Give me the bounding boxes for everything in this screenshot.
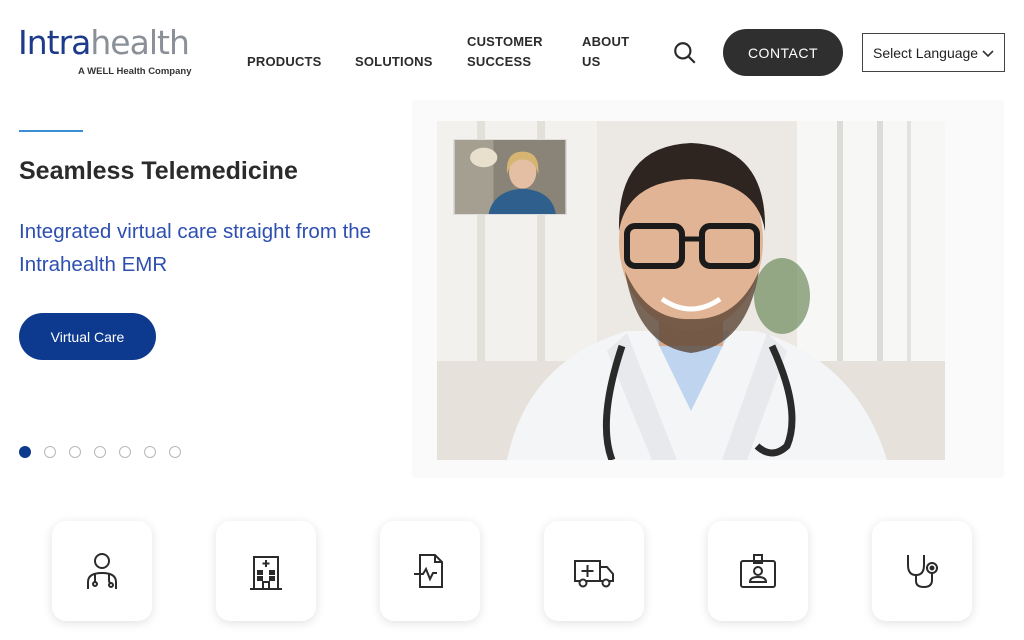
nav-about-us[interactable]: ABOUT US (582, 32, 642, 72)
logo[interactable]: Intrahealth A WELL Health Company (18, 23, 191, 77)
carousel-dot[interactable] (119, 446, 131, 458)
accent-line (19, 130, 83, 132)
language-select-label: Select Language (873, 44, 979, 61)
health-record-card[interactable] (380, 521, 480, 621)
logo-health: health (90, 23, 189, 62)
hero-subtitle: Integrated virtual care straight from th… (19, 220, 372, 276)
carousel-dot[interactable] (69, 446, 81, 458)
nav-products[interactable]: PRODUCTS (247, 52, 322, 72)
hero-title: Seamless Telemedicine (19, 157, 298, 185)
patient-video-thumbnail (453, 139, 567, 215)
carousel-dot[interactable] (44, 446, 56, 458)
stethoscope-card[interactable] (872, 521, 972, 621)
logo-intra: Intra (18, 23, 91, 62)
carousel-dot[interactable] (94, 446, 106, 458)
ambulance-icon (574, 560, 614, 588)
search-icon[interactable] (672, 40, 698, 66)
contact-button[interactable]: CONTACT (723, 29, 843, 76)
virtual-care-button[interactable]: Virtual Care (19, 313, 156, 360)
nav-solutions[interactable]: SOLUTIONS (355, 52, 433, 72)
carousel-dot[interactable] (144, 446, 156, 458)
hospital-card[interactable] (216, 521, 316, 621)
id-badge-icon (740, 554, 776, 588)
id-badge-card[interactable] (708, 521, 808, 621)
doctor-card[interactable] (52, 521, 152, 621)
chevron-down-icon (982, 50, 994, 58)
doctor-icon (87, 553, 117, 589)
logo-tagline: A WELL Health Company (78, 66, 192, 77)
carousel-dot[interactable] (169, 446, 181, 458)
hospital-icon (250, 556, 282, 590)
ambulance-card[interactable] (544, 521, 644, 621)
carousel-dots (19, 446, 181, 458)
health-record-icon (414, 554, 443, 588)
carousel-dot[interactable] (19, 446, 31, 458)
stethoscope-icon (907, 555, 938, 589)
nav-customer-success[interactable]: CUSTOMER SUCCESS (467, 32, 557, 72)
language-select[interactable]: Select Language (862, 33, 1005, 72)
